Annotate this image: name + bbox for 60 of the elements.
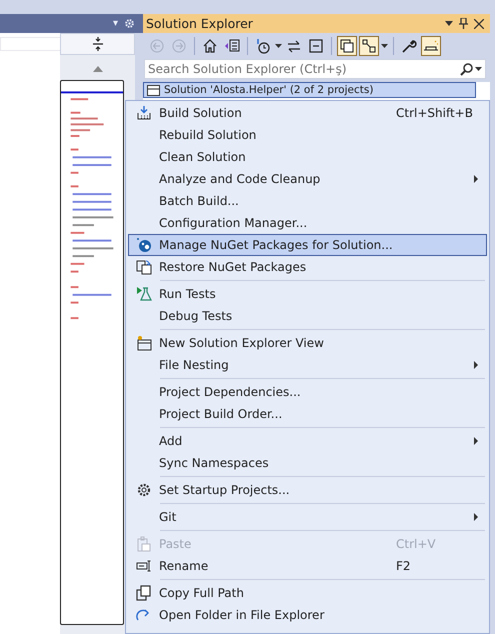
clipboard-icon bbox=[136, 536, 152, 552]
menu-item[interactable]: Restore NuGet Packages bbox=[128, 256, 487, 278]
flask-icon bbox=[136, 286, 152, 302]
menu-item[interactable]: Rebuild Solution bbox=[128, 124, 487, 146]
switch-views-icon bbox=[224, 38, 240, 54]
copy-icon bbox=[136, 585, 152, 601]
menu-item[interactable]: Batch Build... bbox=[128, 190, 487, 212]
home-icon bbox=[202, 38, 218, 54]
input-field[interactable] bbox=[0, 37, 62, 51]
menu-item[interactable]: New Solution Explorer View bbox=[128, 332, 487, 354]
rename-icon bbox=[136, 558, 152, 574]
menu-item[interactable]: Debug Tests bbox=[128, 305, 487, 327]
solution-icon bbox=[147, 84, 160, 96]
wrench-icon bbox=[401, 38, 417, 54]
settings-icon bbox=[124, 18, 135, 29]
menu-item[interactable]: Open Folder in File Explorer bbox=[128, 604, 487, 626]
build-icon bbox=[136, 105, 152, 121]
back-icon bbox=[149, 38, 165, 54]
dropdown-icon bbox=[381, 44, 388, 48]
show-all-files-icon bbox=[339, 38, 355, 54]
dropdown-icon bbox=[275, 44, 282, 48]
menu-item[interactable]: Project Build Order... bbox=[128, 403, 487, 425]
package-icon bbox=[136, 237, 152, 253]
menu-item[interactable]: Add bbox=[128, 430, 487, 452]
menu-item[interactable]: Clean Solution bbox=[128, 146, 487, 168]
menu-item[interactable]: Sync Namespaces bbox=[128, 452, 487, 474]
menu-item[interactable]: Run Tests bbox=[128, 283, 487, 305]
split-icon bbox=[92, 37, 104, 51]
preview-button[interactable] bbox=[421, 36, 441, 56]
panel-title: Solution Explorer bbox=[146, 16, 254, 31]
menu-item[interactable]: File Nesting bbox=[128, 354, 487, 376]
new-view-icon bbox=[136, 335, 152, 351]
hierarchy-icon bbox=[361, 38, 377, 54]
menu-item[interactable]: Set Startup Projects... bbox=[128, 479, 487, 501]
forward-icon bbox=[171, 38, 187, 54]
search-field[interactable]: Search Solution Explorer (Ctrl+ş) bbox=[144, 59, 486, 79]
search-icon bbox=[460, 62, 473, 76]
close-icon bbox=[474, 18, 484, 28]
scroll-up-icon bbox=[92, 66, 102, 72]
code-minimap-drawing[interactable] bbox=[60, 80, 124, 625]
menu-item[interactable]: Configuration Manager... bbox=[128, 212, 487, 234]
menu-item[interactable]: Git bbox=[128, 506, 487, 528]
menu-item[interactable]: Build Solution Ctrl+Shift+B bbox=[128, 102, 487, 124]
clock-icon bbox=[255, 38, 271, 54]
show-all-files-button[interactable] bbox=[337, 36, 357, 56]
hierarchy-button[interactable] bbox=[359, 36, 379, 56]
gear-icon bbox=[136, 482, 152, 498]
collapse-all-icon bbox=[308, 38, 324, 54]
tree-item[interactable]: Solution 'Alosta.Helper' (2 of 2 projects) bbox=[143, 82, 476, 98]
pin-icon bbox=[459, 18, 468, 29]
menu-item[interactable]: Manage NuGet Packages for Solution... bbox=[128, 234, 487, 256]
menu-item[interactable]: Rename F2 bbox=[128, 555, 487, 577]
restore-icon bbox=[136, 259, 152, 275]
dropdown-arrow[interactable]: ▾ bbox=[112, 18, 118, 29]
menu-item[interactable]: Analyze and Code Cleanup bbox=[128, 168, 487, 190]
dropdown-icon bbox=[475, 67, 482, 71]
sync-icon bbox=[286, 38, 302, 54]
menu-item[interactable]: Copy Full Path bbox=[128, 582, 487, 604]
dropdown-icon bbox=[445, 21, 453, 26]
menu-item[interactable]: Project Dependencies... bbox=[128, 381, 487, 403]
